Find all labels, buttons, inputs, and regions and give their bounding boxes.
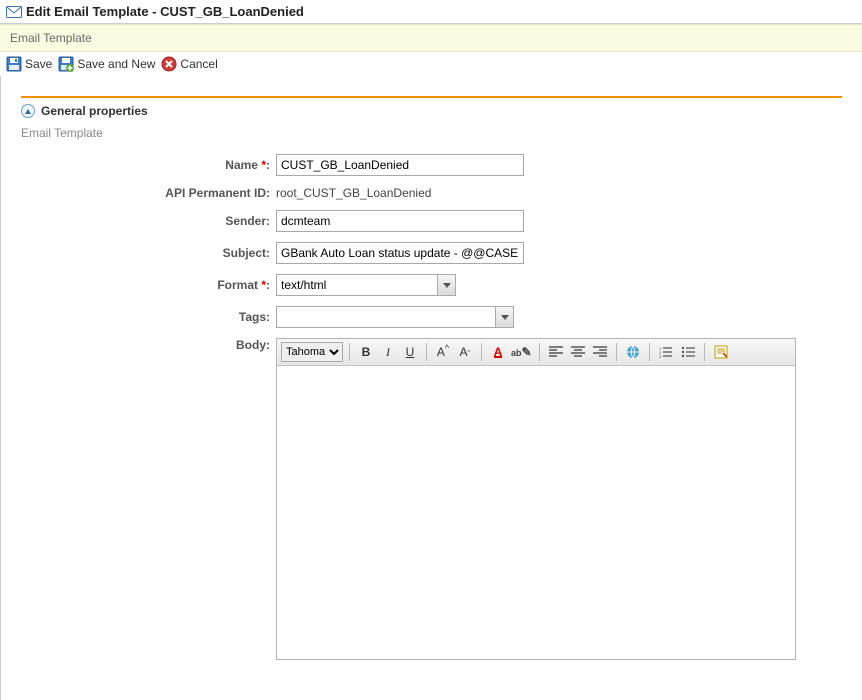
underline-button[interactable]: U xyxy=(400,342,420,362)
row-api-id: API Permanent ID: root_CUST_GB_LoanDenie… xyxy=(21,186,842,200)
page-title: Edit Email Template - CUST_GB_LoanDenied xyxy=(26,4,304,19)
action-toolbar: Save Save and New Cancel xyxy=(0,52,862,76)
toolbar-separator xyxy=(426,343,427,361)
section-divider xyxy=(21,96,842,98)
api-id-value: root_CUST_GB_LoanDenied xyxy=(276,186,431,200)
row-format: Format *: xyxy=(21,274,842,296)
api-id-label: API Permanent ID: xyxy=(21,186,276,200)
format-dropdown-button[interactable] xyxy=(437,275,455,295)
highlight-button[interactable]: ab✎ xyxy=(510,342,533,362)
align-center-button[interactable] xyxy=(568,342,588,362)
save-button[interactable]: Save xyxy=(6,56,52,72)
toolbar-separator xyxy=(704,343,705,361)
row-body: Body: Tahoma B I U A^ Aˇ A ab✎ xyxy=(21,338,842,660)
source-edit-button[interactable] xyxy=(711,342,731,362)
section-header: General properties xyxy=(21,104,842,118)
subscript-button[interactable]: Aˇ xyxy=(455,342,475,362)
toolbar-separator xyxy=(539,343,540,361)
align-right-button[interactable] xyxy=(590,342,610,362)
save-new-label: Save and New xyxy=(77,57,155,71)
tags-dropdown-button[interactable] xyxy=(495,307,513,327)
format-value xyxy=(277,275,437,295)
align-left-button[interactable] xyxy=(546,342,566,362)
format-select[interactable] xyxy=(276,274,456,296)
subject-label: Subject: xyxy=(21,246,276,260)
toolbar-separator xyxy=(649,343,650,361)
bold-button[interactable]: B xyxy=(356,342,376,362)
cancel-label: Cancel xyxy=(180,57,217,71)
name-label: Name *: xyxy=(21,158,276,172)
superscript-button[interactable]: A^ xyxy=(433,342,453,362)
tags-select[interactable] xyxy=(276,306,514,328)
collapse-toggle[interactable] xyxy=(21,104,35,118)
subject-input[interactable] xyxy=(276,242,524,264)
row-subject: Subject: xyxy=(21,242,842,264)
tags-input[interactable] xyxy=(277,307,495,327)
save-label: Save xyxy=(25,57,52,71)
save-and-new-button[interactable]: Save and New xyxy=(58,56,155,72)
toolbar-separator xyxy=(616,343,617,361)
sender-input[interactable] xyxy=(276,210,524,232)
tags-label: Tags: xyxy=(21,310,276,324)
section-sub-label: Email Template xyxy=(21,126,842,140)
rich-text-editor: Tahoma B I U A^ Aˇ A ab✎ xyxy=(276,338,796,660)
insert-link-button[interactable] xyxy=(623,342,643,362)
mail-icon xyxy=(6,5,22,19)
chevron-down-icon xyxy=(501,315,509,320)
body-label: Body: xyxy=(21,338,276,352)
save-new-icon xyxy=(58,56,74,72)
toolbar-separator xyxy=(481,343,482,361)
name-input[interactable] xyxy=(276,154,524,176)
unordered-list-button[interactable] xyxy=(678,342,698,362)
cancel-icon xyxy=(161,56,177,72)
svg-text:3: 3 xyxy=(659,354,662,358)
chevron-down-icon xyxy=(443,283,451,288)
italic-button[interactable]: I xyxy=(378,342,398,362)
toolbar-separator xyxy=(349,343,350,361)
row-tags: Tags: xyxy=(21,306,842,328)
section-title: General properties xyxy=(41,104,148,118)
editor-toolbar: Tahoma B I U A^ Aˇ A ab✎ xyxy=(277,339,795,366)
font-color-button[interactable]: A xyxy=(488,342,508,362)
row-name: Name *: xyxy=(21,154,842,176)
page-header: Edit Email Template - CUST_GB_LoanDenied xyxy=(0,0,862,24)
save-icon xyxy=(6,56,22,72)
body-textarea[interactable] xyxy=(277,366,795,656)
row-sender: Sender: xyxy=(21,210,842,232)
main-panel: General properties Email Template Name *… xyxy=(1,76,862,690)
cancel-button[interactable]: Cancel xyxy=(161,56,217,72)
sender-label: Sender: xyxy=(21,214,276,228)
ordered-list-button[interactable]: 123 xyxy=(656,342,676,362)
breadcrumb: Email Template xyxy=(0,24,862,52)
chevron-up-icon xyxy=(25,109,31,114)
format-label: Format *: xyxy=(21,278,276,292)
font-family-select[interactable]: Tahoma xyxy=(281,342,343,362)
